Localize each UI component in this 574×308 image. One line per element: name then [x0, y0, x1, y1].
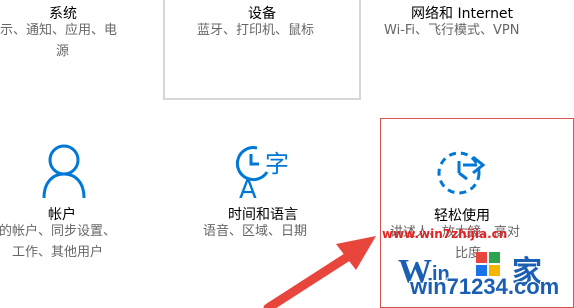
tile-time-language[interactable]: 字 A 时间和语言 语音、区域、日期: [163, 118, 361, 268]
tile-accounts-desc-line1: 你的帐户、同步设置、: [0, 224, 117, 239]
tile-system-desc-line1: 显示、通知、应用、电: [0, 23, 118, 38]
watermark-site-text: win71234.com: [410, 274, 560, 299]
person-icon: [40, 142, 88, 198]
tile-accounts[interactable]: 帐户 你的帐户、同步设置、 工作、其他用户: [0, 118, 150, 268]
tile-devices[interactable]: 设备 蓝牙、打印机、鼠标: [163, 0, 361, 100]
tile-network-desc-line1: Wi-Fi、飞行模式、VPN: [384, 23, 520, 38]
tile-system[interactable]: 系统 显示、通知、应用、电 源: [0, 0, 150, 100]
tile-devices-desc-line1: 蓝牙、打印机、鼠标: [197, 23, 315, 38]
tile-time-language-desc-line1: 语音、区域、日期: [203, 224, 308, 239]
tile-accounts-desc-line2: 工作、其他用户: [12, 245, 104, 260]
tile-system-desc-line2: 源: [56, 44, 70, 59]
time-language-icon: 字 A: [235, 142, 291, 200]
tile-network[interactable]: 网络和 Internet Wi-Fi、飞行模式、VPN: [380, 0, 574, 100]
svg-text:字: 字: [265, 150, 289, 178]
watermark-url: www.win7zhijia.cn: [382, 227, 508, 241]
ease-of-access-icon: [433, 143, 489, 199]
svg-text:A: A: [239, 175, 257, 200]
